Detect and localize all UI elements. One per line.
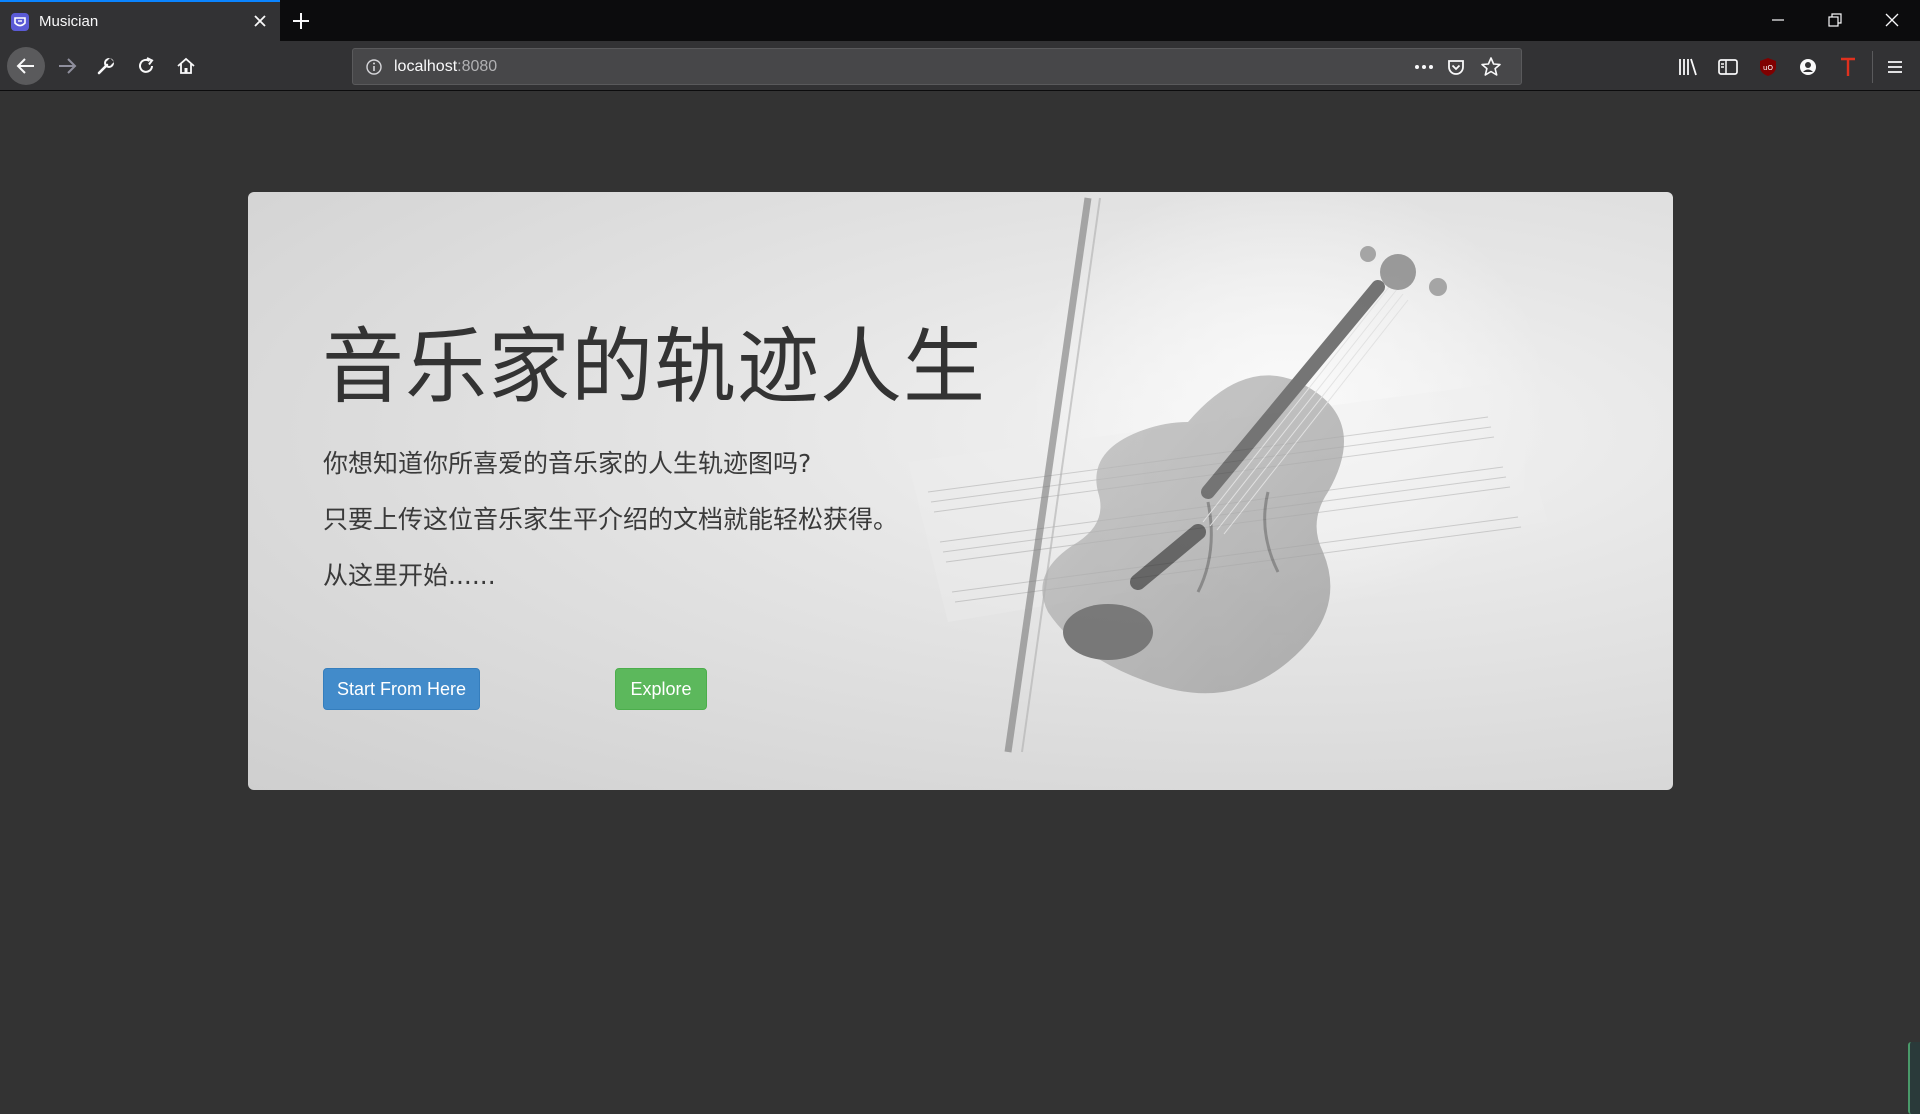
sidebar-icon[interactable] [1716, 55, 1740, 79]
tab-strip: Musician [0, 0, 1920, 41]
hero-title: 音乐家的轨迹人生 [322, 320, 987, 415]
new-tab-icon[interactable] [288, 8, 314, 34]
back-button[interactable] [7, 47, 45, 85]
library-icon[interactable] [1676, 55, 1700, 79]
toolbar-divider [1872, 51, 1873, 83]
tab-title: Musician [39, 13, 99, 30]
home-button[interactable] [169, 49, 203, 83]
url-port: :8080 [457, 58, 498, 75]
start-from-here-button[interactable]: Start From Here [323, 668, 480, 710]
page-actions-icon[interactable] [1412, 58, 1436, 76]
close-tab-icon[interactable] [250, 11, 270, 31]
hero-text-line-2: 只要上传这位音乐家生平介绍的文档就能轻松获得。 [323, 505, 899, 534]
svg-text:uO: uO [1763, 64, 1773, 72]
translate-extension-icon[interactable] [1836, 55, 1860, 79]
explore-button[interactable]: Explore [615, 668, 707, 710]
address-bar[interactable]: localhost:8080 [352, 48, 1522, 85]
reload-button[interactable] [129, 49, 163, 83]
wrench-icon[interactable] [89, 49, 123, 83]
hero-text-line-1: 你想知道你所喜爱的音乐家的人生轨迹图吗? [323, 449, 812, 478]
bookmark-star-icon[interactable] [1480, 56, 1502, 78]
side-extension-widget[interactable] [1908, 1042, 1920, 1114]
navigation-toolbar: localhost:8080 uO [0, 41, 1920, 91]
hamburger-menu-icon[interactable] [1883, 55, 1907, 79]
ublock-origin-icon[interactable]: uO [1756, 55, 1780, 79]
tab-musician[interactable]: Musician [0, 0, 280, 41]
forward-button[interactable] [50, 49, 84, 83]
hero-jumbotron: 音乐家的轨迹人生 你想知道你所喜爱的音乐家的人生轨迹图吗? 只要上传这位音乐家生… [248, 192, 1673, 790]
url-host: localhost [394, 58, 458, 75]
page-content: 音乐家的轨迹人生 你想知道你所喜爱的音乐家的人生轨迹图吗? 只要上传这位音乐家生… [0, 92, 1920, 1114]
close-window-icon[interactable] [1864, 0, 1920, 40]
pocket-icon[interactable] [1446, 57, 1466, 77]
info-icon[interactable] [365, 58, 383, 76]
url-text: localhost:8080 [394, 58, 497, 76]
account-icon[interactable] [1796, 55, 1820, 79]
site-favicon-icon [11, 13, 29, 31]
restore-window-icon[interactable] [1806, 0, 1862, 40]
minimize-window-icon[interactable] [1750, 0, 1806, 40]
hero-text-line-3: 从这里开始...... [323, 561, 496, 590]
